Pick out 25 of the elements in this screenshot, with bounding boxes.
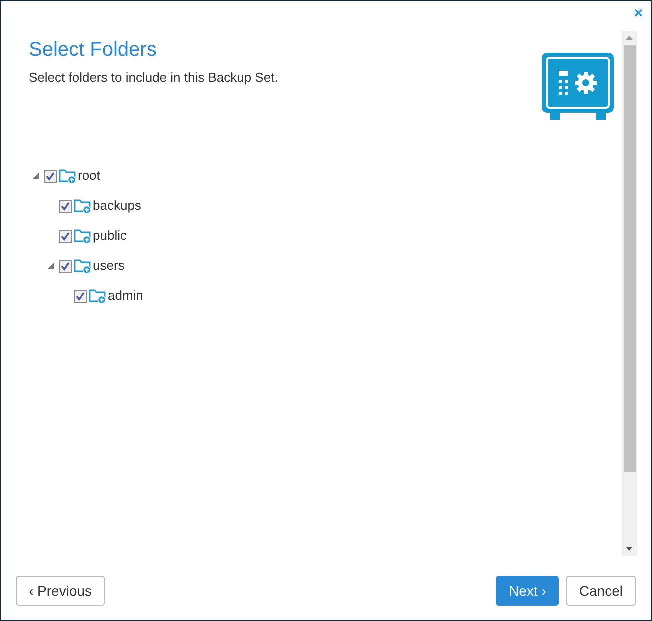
previous-button[interactable]: ‹ Previous xyxy=(16,576,106,606)
tree-item[interactable]: users xyxy=(93,256,125,276)
page-subtitle: Select folders to include in this Backup Set. xyxy=(29,69,278,87)
tree-item[interactable]: root xyxy=(78,166,100,186)
tree-checkbox[interactable] xyxy=(59,200,72,212)
tree-checkbox[interactable] xyxy=(74,290,87,302)
safe-icon xyxy=(542,53,614,121)
folder-add-icon xyxy=(74,228,92,244)
tree-item[interactable]: backups xyxy=(93,196,142,216)
tree-checkbox[interactable] xyxy=(44,170,57,182)
collapse-icon[interactable] xyxy=(33,173,39,179)
cancel-button[interactable]: Cancel xyxy=(566,576,636,606)
collapse-icon[interactable] xyxy=(48,263,54,269)
folder-add-icon xyxy=(74,198,92,214)
scroll-down-icon[interactable] xyxy=(626,547,633,551)
next-button[interactable]: Next › xyxy=(496,576,560,606)
tree-checkbox[interactable] xyxy=(59,230,72,242)
folder-add-icon xyxy=(74,258,92,274)
folder-add-icon xyxy=(59,168,77,184)
page-title: Select Folders xyxy=(29,38,158,63)
tree-item[interactable]: admin xyxy=(108,286,144,306)
tree-item[interactable]: public xyxy=(93,226,127,246)
scrollbar[interactable] xyxy=(622,31,637,556)
folder-add-icon xyxy=(89,288,107,304)
tree-checkbox[interactable] xyxy=(59,260,72,272)
